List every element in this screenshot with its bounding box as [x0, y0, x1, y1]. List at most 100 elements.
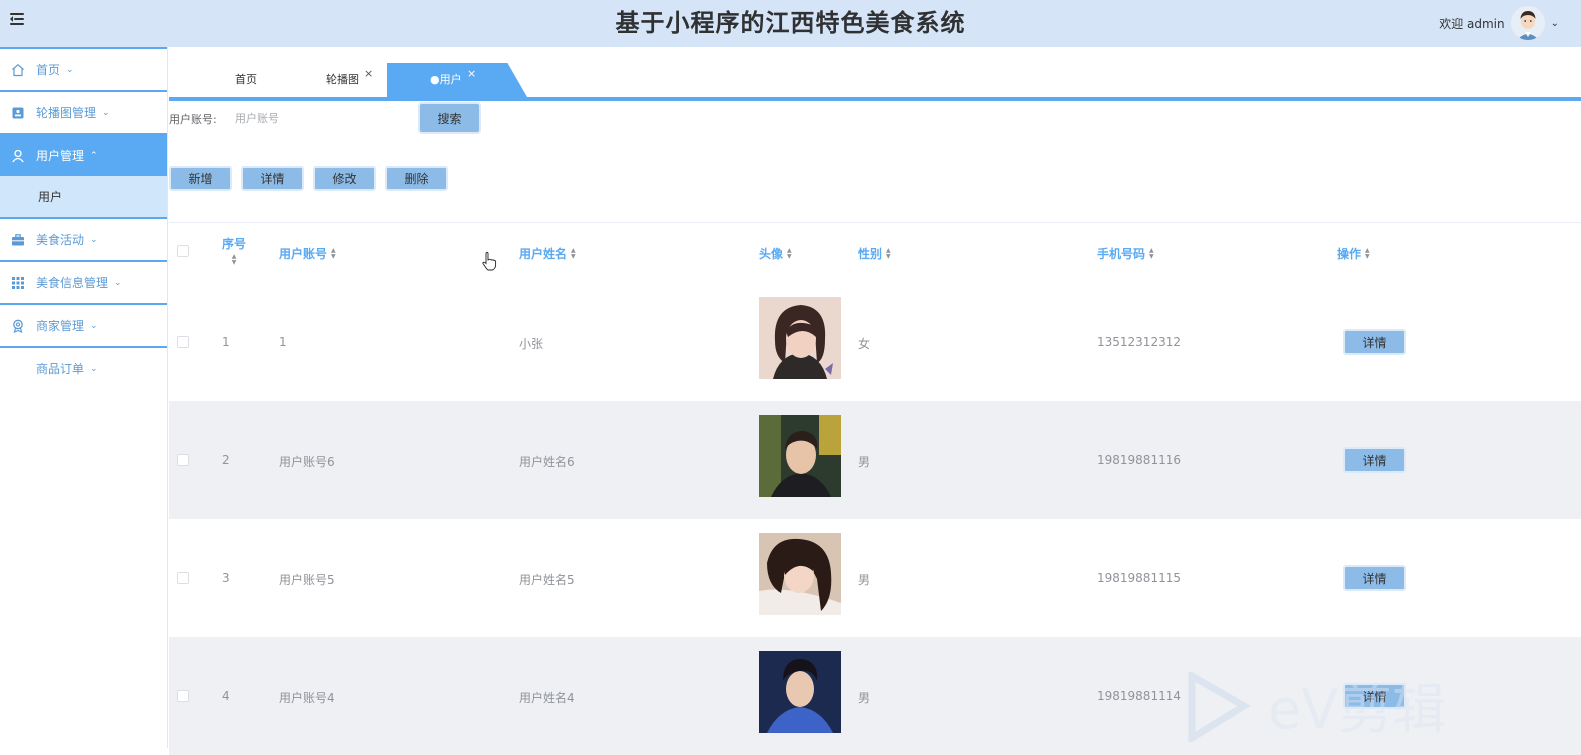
chevron-down-icon: ⌄: [102, 107, 110, 118]
row-detail-button[interactable]: 详情: [1343, 329, 1406, 355]
user-avatar-image: [759, 415, 841, 497]
close-icon[interactable]: ×: [467, 63, 476, 91]
sort-icon[interactable]: ▲ ▼: [331, 247, 336, 260]
chevron-up-icon: ⌃: [90, 150, 98, 161]
cell-account: 1: [279, 335, 287, 349]
add-button[interactable]: 新增: [169, 166, 232, 191]
user-menu[interactable]: 欢迎 admin ⌄: [1439, 2, 1559, 44]
select-all-checkbox[interactable]: [177, 245, 189, 257]
chevron-down-icon: ⌄: [90, 234, 98, 245]
cell-account: 用户账号6: [279, 455, 335, 469]
table-row[interactable]: 4 用户账号4 用户姓名4 男 19819881114 详情: [169, 637, 1581, 755]
tab-label: 首页: [235, 73, 257, 86]
sidebar-item-label: 用户管理: [36, 149, 85, 163]
sidebar-subitem-label: 用户: [38, 190, 63, 204]
sort-icon[interactable]: ▲ ▼: [787, 247, 792, 260]
table-row[interactable]: 3 用户账号5 用户姓名5 男 19819881115 详情: [169, 519, 1581, 637]
sidebar-item-orders[interactable]: 商品订单 ⌄: [0, 346, 167, 389]
row-checkbox[interactable]: [177, 690, 189, 702]
sidebar-item-user-management[interactable]: 用户管理 ⌃: [0, 133, 167, 176]
sidebar-item-food-info[interactable]: 美食信息管理 ⌄: [0, 260, 167, 303]
column-header-name[interactable]: 用户姓名 ▲ ▼: [519, 245, 576, 262]
sort-icon[interactable]: ▲ ▼: [232, 254, 237, 266]
sidebar-item-food-activity[interactable]: 美食活动 ⌄: [0, 217, 167, 260]
cell-index: 3: [222, 571, 230, 585]
chevron-down-icon: ⌄: [90, 363, 98, 374]
cell-phone: 19819881115: [1097, 571, 1181, 585]
tab-carousel[interactable]: 轮播图 ×: [326, 63, 373, 97]
cell-phone: 13512312312: [1097, 335, 1181, 349]
user-icon: [11, 149, 25, 163]
chevron-down-icon: ⌄: [66, 64, 74, 75]
cell-gender: 男: [858, 455, 871, 469]
delete-button[interactable]: 删除: [385, 166, 448, 191]
cell-phone: 19819881114: [1097, 689, 1181, 703]
sidebar-item-label: 商品订单: [36, 362, 85, 376]
chevron-down-icon: ⌄: [90, 320, 98, 331]
sidebar-item-label: 首页: [36, 63, 61, 77]
sort-icon[interactable]: ▲ ▼: [1365, 247, 1370, 260]
home-icon: [11, 63, 25, 77]
column-header-phone[interactable]: 手机号码 ▲ ▼: [1097, 245, 1154, 262]
hand-cursor-icon: [481, 251, 497, 271]
cell-index: 4: [222, 689, 230, 703]
cell-phone: 19819881116: [1097, 453, 1181, 467]
close-icon[interactable]: ×: [364, 57, 373, 91]
column-header-index[interactable]: 序号 ▲ ▼: [222, 235, 246, 266]
column-header-actions[interactable]: 操作 ▲ ▼: [1337, 245, 1370, 262]
column-header-label: 手机号码: [1097, 247, 1146, 261]
main-content: 首页 轮播图 × ●用户 × 用户账号: 搜索 新增 详情 修改 删除 序号 ▲…: [169, 47, 1581, 755]
detail-button[interactable]: 详情: [241, 166, 304, 191]
user-avatar-image: [759, 297, 841, 379]
cell-gender: 男: [858, 691, 871, 705]
tab-home[interactable]: 首页: [235, 63, 257, 97]
row-detail-button[interactable]: 详情: [1343, 565, 1406, 591]
search-button[interactable]: 搜索: [418, 102, 481, 134]
column-header-account[interactable]: 用户账号 ▲ ▼: [279, 245, 336, 262]
sort-icon[interactable]: ▲ ▼: [571, 247, 576, 260]
column-header-label: 性别: [858, 247, 883, 261]
column-header-label: 序号: [222, 237, 247, 251]
user-avatar-image: [759, 651, 841, 733]
sidebar-subitem-user[interactable]: 用户: [0, 176, 167, 217]
column-header-avatar[interactable]: 头像 ▲ ▼: [759, 245, 792, 262]
search-label: 用户账号:: [169, 113, 217, 126]
cell-name: 用户姓名6: [519, 455, 575, 469]
sidebar-item-label: 商家管理: [36, 319, 85, 333]
admin-avatar[interactable]: [1510, 6, 1545, 40]
briefcase-icon: [11, 233, 25, 247]
chevron-down-icon[interactable]: ⌄: [1551, 18, 1559, 29]
sort-icon[interactable]: ▲ ▼: [1149, 247, 1154, 260]
cell-name: 用户姓名5: [519, 573, 575, 587]
cell-gender: 女: [858, 337, 871, 351]
column-header-label: 头像: [759, 247, 784, 261]
menu-fold-icon[interactable]: [10, 11, 28, 29]
sidebar-item-label: 轮播图管理: [36, 106, 97, 120]
sidebar-item-label: 美食活动: [36, 233, 85, 247]
cell-name: 用户姓名4: [519, 691, 575, 705]
cell-gender: 男: [858, 573, 871, 587]
column-header-label: 用户姓名: [519, 247, 568, 261]
sidebar-item-carousel[interactable]: 轮播图管理 ⌄: [0, 90, 167, 133]
edit-button[interactable]: 修改: [313, 166, 376, 191]
account-search-input[interactable]: [235, 105, 405, 131]
sidebar-item-home[interactable]: 首页 ⌄: [0, 47, 167, 90]
row-checkbox[interactable]: [177, 572, 189, 584]
table-row[interactable]: 2 用户账号6 用户姓名6 男 19819881116 详情: [169, 401, 1581, 519]
tab-user[interactable]: ●用户 ×: [387, 63, 527, 97]
top-header: 基于小程序的江西特色美食系统 欢迎 admin ⌄: [0, 0, 1581, 47]
tab-label: 轮播图: [326, 73, 359, 86]
column-header-gender[interactable]: 性别 ▲ ▼: [858, 245, 891, 262]
row-detail-button[interactable]: 详情: [1343, 683, 1406, 709]
table-header: 序号 ▲ ▼ 用户账号 ▲ ▼ 用户姓名 ▲ ▼ 头像 ▲ ▼ 性别 ▲ ▼ 手机号码 ▲…: [169, 223, 1581, 283]
users-table: 序号 ▲ ▼ 用户账号 ▲ ▼ 用户姓名 ▲ ▼ 头像 ▲ ▼ 性别 ▲ ▼ 手机号码 ▲…: [169, 222, 1581, 755]
table-row[interactable]: 1 1 小张 女 13512312312 详情: [169, 283, 1581, 401]
welcome-text: 欢迎 admin: [1439, 16, 1505, 31]
sidebar-item-merchant[interactable]: 商家管理 ⌄: [0, 303, 167, 346]
award-icon: [11, 319, 25, 333]
row-detail-button[interactable]: 详情: [1343, 447, 1406, 473]
row-checkbox[interactable]: [177, 336, 189, 348]
sort-icon[interactable]: ▲ ▼: [886, 247, 891, 260]
tab-label: ●用户: [430, 73, 462, 86]
row-checkbox[interactable]: [177, 454, 189, 466]
